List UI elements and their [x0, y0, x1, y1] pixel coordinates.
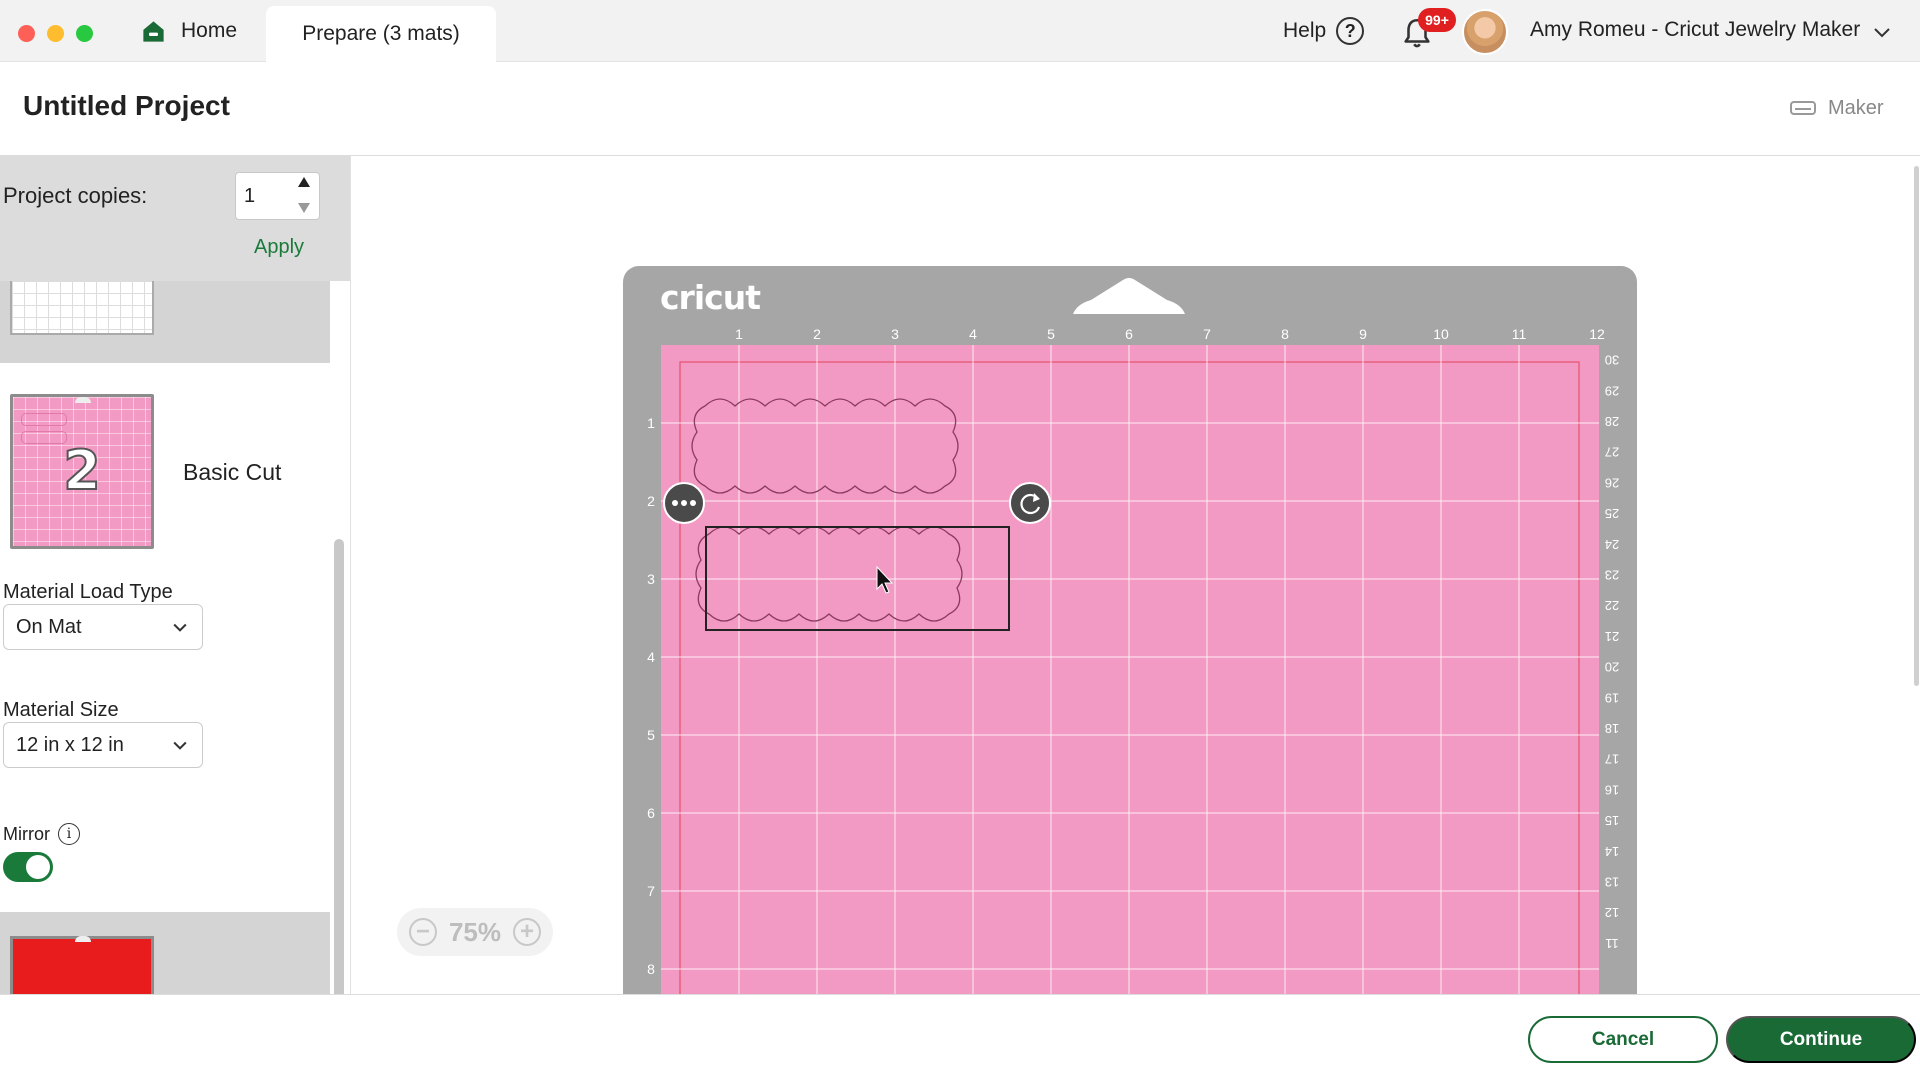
mat-cutting-area[interactable] [661, 345, 1599, 995]
tab-home[interactable]: Home [140, 0, 237, 62]
help-icon: ? [1336, 17, 1365, 45]
mat-item-3[interactable] [0, 912, 330, 996]
project-header: Untitled Project Maker [0, 62, 1920, 156]
footer: Cancel Continue [0, 994, 1920, 1080]
notification-badge: 99+ [1418, 8, 1456, 32]
mat-thumbnail-1[interactable] [10, 281, 154, 335]
home-icon [143, 20, 164, 42]
zoom-out-icon[interactable]: − [409, 918, 437, 946]
cricut-logo: cricut [660, 278, 761, 317]
help-button[interactable]: Help ? [1283, 14, 1365, 48]
info-icon[interactable]: i [58, 823, 80, 845]
close-window-button[interactable] [18, 25, 35, 42]
material-load-type-label: Material Load Type [3, 581, 173, 603]
stepper-down-icon[interactable] [297, 202, 311, 214]
sidebar-scrollbar[interactable] [334, 539, 344, 1051]
canvas-scrollbar[interactable] [1914, 166, 1919, 686]
material-load-type-select[interactable]: On Mat [3, 604, 203, 650]
mat-notch [75, 936, 91, 942]
mini-shape [21, 413, 67, 426]
cancel-button[interactable]: Cancel [1528, 1016, 1718, 1063]
zoom-level: 75% [448, 916, 502, 947]
machine-label: Maker [1828, 97, 1884, 119]
apply-button[interactable]: Apply [254, 236, 304, 259]
mat-item-1[interactable] [0, 281, 330, 363]
copies-stepper[interactable] [297, 176, 311, 214]
mat-notch [75, 397, 91, 403]
machine-selector[interactable]: Maker [1790, 97, 1884, 120]
sidebar: Project copies: 1 Apply 2 Basic Cut Mate… [0, 156, 350, 1051]
mat-tab-notch [1073, 278, 1185, 314]
machine-icon [1790, 100, 1816, 115]
mat-thumbnail-3[interactable] [10, 936, 154, 996]
title-bar: Home Prepare (3 mats) Help ? 99+ Amy Rom… [0, 0, 1920, 62]
mat-list: 2 Basic Cut Material Load Type On Mat Ma… [0, 281, 330, 996]
zoom-control: − 75% + [397, 908, 553, 956]
stepper-up-icon[interactable] [297, 176, 311, 188]
user-name[interactable]: Amy Romeu - Cricut Jewelry Maker [1530, 18, 1860, 42]
mirror-toggle[interactable] [3, 852, 53, 882]
chevron-down-icon [173, 623, 187, 632]
help-label: Help [1283, 19, 1327, 42]
minimize-window-button[interactable] [47, 25, 64, 42]
toggle-knob [26, 855, 50, 879]
cut-type-label: Basic Cut [183, 459, 282, 485]
project-copies-label: Project copies: [3, 183, 148, 208]
page-title: Untitled Project [23, 90, 230, 121]
material-load-type-value: On Mat [16, 615, 82, 638]
material-size-value: 12 in x 12 in [16, 733, 124, 756]
tab-prepare[interactable]: Prepare (3 mats) [266, 6, 496, 62]
mirror-label: Mirror [3, 823, 50, 844]
mat-number: 2 [62, 438, 102, 503]
mat-thumbnail-2[interactable]: 2 [10, 394, 154, 549]
maximize-window-button[interactable] [76, 25, 93, 42]
tab-home-label: Home [181, 19, 238, 42]
mirror-label-row: Mirror i [3, 823, 80, 845]
project-copies-panel: Project copies: 1 Apply [0, 156, 350, 281]
avatar[interactable] [1462, 9, 1508, 55]
material-size-label: Material Size [3, 699, 119, 721]
material-size-select[interactable]: 12 in x 12 in [3, 722, 203, 768]
zoom-in-icon[interactable]: + [512, 918, 541, 946]
continue-button[interactable]: Continue [1726, 1016, 1916, 1063]
chevron-down-icon[interactable] [1870, 20, 1894, 44]
chevron-down-icon [173, 741, 187, 750]
